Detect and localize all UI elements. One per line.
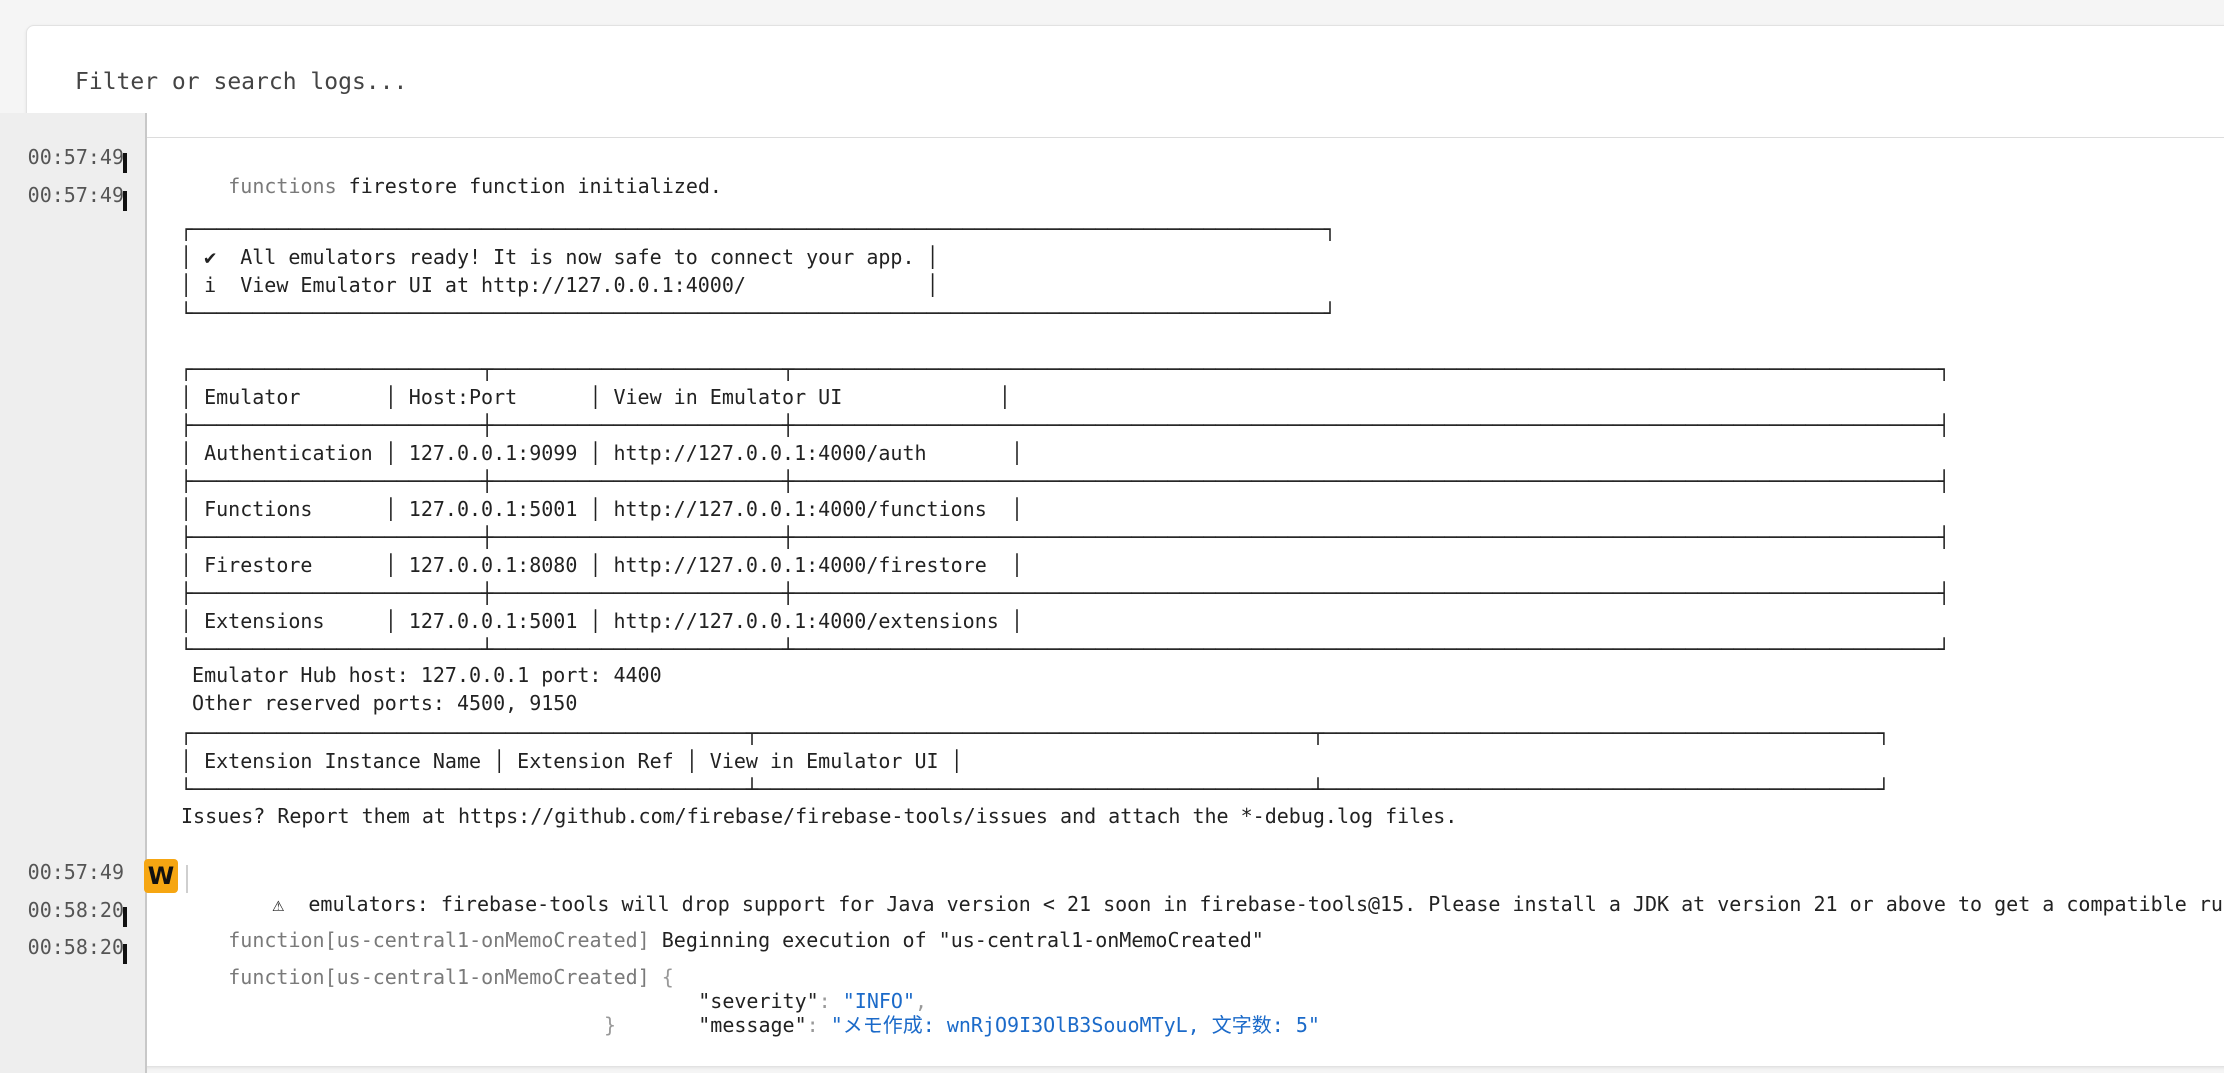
log-timestamp: 00:58:20 xyxy=(27,935,124,959)
emulators-ready-box: ┌───────────────────────────────────────… xyxy=(180,217,1336,325)
log-source-tag: function[us-central1-onMemoCreated] xyxy=(228,965,650,989)
log-search-input[interactable] xyxy=(75,62,1275,102)
log-timestamp: 00:57:49 xyxy=(27,183,124,207)
json-field: "message": "メモ作成: wnRjO9I3OlB3SouoMTyL, … xyxy=(626,989,1320,1061)
json-key: "message" xyxy=(698,1013,807,1037)
issues-line: Issues? Report them at https://github.co… xyxy=(181,804,1458,828)
log-level-marker xyxy=(123,153,127,173)
emulator-hub-info: Emulator Hub host: 127.0.0.1 port: 4400 … xyxy=(192,663,662,715)
log-text: Beginning execution of "us-central1-onMe… xyxy=(661,928,1264,952)
log-timestamp: 00:57:49 xyxy=(27,145,124,169)
json-value: "メモ作成: wnRjO9I3OlB3SouoMTyL, 文字数: 5" xyxy=(830,1013,1320,1037)
extension-table: ┌───────────────────────────────────────… xyxy=(180,721,1890,801)
warning-level-badge: W xyxy=(144,859,178,893)
log-level-marker xyxy=(123,907,127,927)
log-level-marker xyxy=(186,865,188,893)
log-text: firestore function initialized. xyxy=(348,174,722,198)
log-source-tag: functions xyxy=(228,174,337,198)
emulator-table: ┌────────────────────────┬──────────────… xyxy=(180,357,1951,661)
log-timestamp: 00:57:49 xyxy=(27,860,124,884)
log-level-marker xyxy=(123,191,127,211)
json-close-brace: } xyxy=(604,1013,617,1037)
log-list: 00:57:49 functions firestore function in… xyxy=(0,113,2224,1037)
log-level-marker xyxy=(123,944,127,964)
log-message: function[us-central1-onMemoCreated] { xyxy=(156,935,674,1019)
json-colon: : xyxy=(806,1013,831,1037)
log-timestamp: 00:58:20 xyxy=(27,898,124,922)
